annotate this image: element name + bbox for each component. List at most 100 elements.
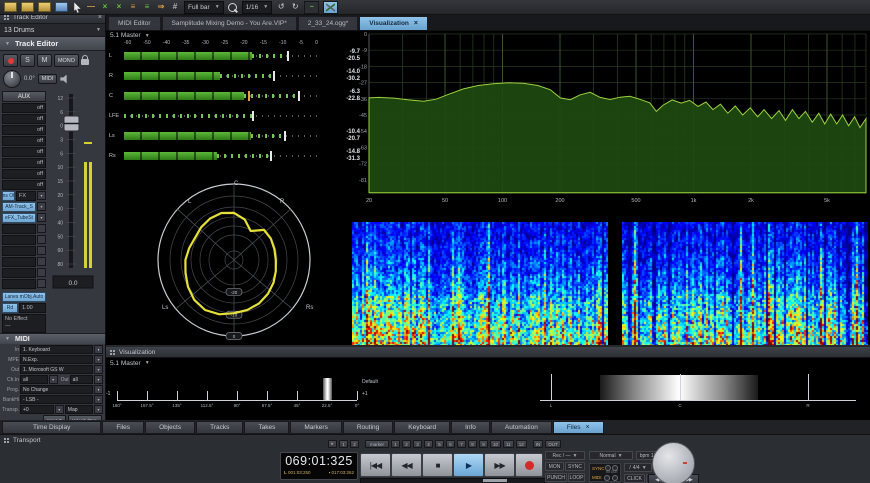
forward-button[interactable]: ▶▶ [484, 453, 515, 477]
chevron-down-icon[interactable]: ▾ [37, 213, 46, 222]
color-tool-toggle[interactable]: ~ [304, 1, 319, 14]
tab-0[interactable]: MIDI Editor [108, 16, 161, 30]
tab-close-icon[interactable]: × [586, 424, 590, 431]
mono-button[interactable]: MONO [54, 54, 79, 67]
solo-button[interactable]: S [20, 54, 35, 67]
arrow-tool-icon[interactable] [72, 2, 82, 13]
plugin-slot-2[interactable]: eFX_TubeSt [2, 213, 36, 223]
object-lanes-icon[interactable]: ≡ [128, 2, 138, 13]
midi-row-value2[interactable]: all [70, 375, 93, 384]
marker-button-7[interactable]: 7 [457, 440, 466, 448]
click-button[interactable]: CLICK [624, 474, 645, 483]
marker-button-6[interactable]: 6 [446, 440, 455, 448]
close-icon[interactable]: × [98, 14, 102, 21]
docker-tab-objects[interactable]: Objects [145, 421, 195, 434]
docker-tab-tracks[interactable]: Tracks [196, 421, 243, 434]
docker-tab-automation[interactable]: Automation [491, 421, 552, 434]
punch-out-button[interactable]: OUT [545, 440, 561, 448]
aux-send-3[interactable]: off [2, 125, 46, 135]
plugin-slot-empty-3[interactable] [2, 246, 36, 256]
midi-section-header[interactable]: ▼ MIDI [0, 334, 105, 344]
docker-tab-keyboard[interactable]: Keyboard [394, 421, 450, 434]
quantize-select[interactable]: 1/16 ▼ [242, 1, 273, 14]
rewind-button[interactable]: ◀◀ [391, 453, 422, 477]
plugin-slot-1[interactable]: AM-Track_S [2, 202, 36, 212]
lanes-button[interactable]: Lanes mObj.Auto [2, 292, 46, 302]
midi-row-value[interactable]: +0 [20, 405, 54, 414]
go-to-start-button[interactable]: |◀◀ [360, 453, 391, 477]
play-cursor-button[interactable]: ▸ [328, 440, 337, 448]
marker-button-11[interactable]: 11 [503, 440, 514, 448]
undo-button[interactable]: ↺ [276, 2, 286, 13]
ins-off-button[interactable]: Ins Off [2, 191, 15, 201]
marker-button-3[interactable]: 3 [413, 440, 422, 448]
pan-knob[interactable] [3, 70, 21, 88]
chevron-down-icon[interactable]: ▾ [37, 191, 46, 200]
save-icon[interactable] [55, 2, 68, 13]
chevron-down-icon[interactable]: ▾ [94, 345, 103, 354]
track-editor-section-header[interactable]: ▼ Track Editor [0, 37, 105, 51]
tab-3[interactable]: Visualization× [359, 16, 428, 30]
master-selector[interactable]: 5.1 Master ▼ [110, 32, 150, 39]
draw-tool-icon[interactable]: — [86, 2, 96, 13]
record-arm-button[interactable] [3, 54, 18, 67]
midi-row-value[interactable]: all [20, 375, 48, 384]
marker-button-8[interactable]: 8 [468, 440, 477, 448]
aux-send-2[interactable]: off [2, 114, 46, 124]
midi-row-value[interactable]: 1. Microsoft GS W [20, 365, 93, 374]
transport-titlebar[interactable]: Transport [0, 435, 44, 446]
marker-button-9[interactable]: 9 [479, 440, 488, 448]
stop-button[interactable]: ■ [422, 453, 453, 477]
chevron-down-icon[interactable]: ▾ [94, 385, 103, 394]
play-mode-select[interactable]: Normal ▼ [589, 451, 633, 460]
chevron-down-icon[interactable]: ▾ [37, 202, 46, 211]
plugin-slot-empty-5[interactable] [2, 268, 36, 278]
marker-button-12[interactable]: 12 [516, 440, 527, 448]
marker-button-2[interactable]: 2 [402, 440, 411, 448]
lock-icon[interactable] [81, 59, 89, 65]
chevron-down-icon[interactable]: ▾ [94, 395, 103, 404]
volume-fader-zone[interactable]: 12603610152030405060800.0 [47, 90, 105, 302]
tab-2[interactable]: 2_33_24.ogg* [298, 16, 359, 30]
marker-label-button[interactable]: marker [365, 440, 389, 448]
plugin-slot-empty-2[interactable] [2, 235, 36, 245]
tab-1[interactable]: Samplitude Mixing Demo - You Are.VIP* [162, 16, 297, 30]
sync-button[interactable]: SYNC [565, 462, 585, 471]
chevron-down-icon[interactable]: ▾ [49, 375, 58, 384]
docker-tab-takes[interactable]: Takes [244, 421, 289, 434]
chevron-down-icon[interactable]: ▾ [94, 355, 103, 364]
chevron-down-icon[interactable] [37, 257, 46, 266]
effect-display[interactable]: No Effect--- [2, 314, 46, 333]
time-signature-select[interactable]: / 4/4 ▼ [624, 463, 652, 472]
midi-row-value[interactable]: - LSB - [20, 395, 93, 404]
aux-send-8[interactable]: off [2, 180, 46, 190]
marker-button-5[interactable]: 5 [435, 440, 444, 448]
docker-tab-files[interactable]: Files× [553, 421, 604, 434]
aux-send-6[interactable]: off [2, 158, 46, 168]
time-display[interactable]: 069:01:325 L 001:03:250 ▪ 017:03:262 [280, 452, 358, 480]
chevron-down-icon[interactable] [37, 235, 46, 244]
punch-in-button[interactable]: IN [533, 440, 544, 448]
midi-row-value[interactable]: 1. Keyboard [20, 345, 93, 354]
redo-button[interactable]: ↻ [290, 2, 300, 13]
docker-tab-markers[interactable]: Markers [290, 421, 341, 434]
fx-button[interactable]: FX [16, 191, 36, 201]
docker-tab-routing[interactable]: Routing [343, 421, 393, 434]
chevron-down-icon[interactable] [37, 246, 46, 255]
cut-tool-icon[interactable]: × [100, 2, 110, 13]
plugin-slot-empty-6[interactable] [2, 279, 36, 289]
chevron-down-icon[interactable]: ▾ [94, 405, 103, 414]
zoom-tool-icon[interactable] [228, 2, 238, 13]
chevron-down-icon[interactable] [37, 268, 46, 277]
visualization-titlebar[interactable]: Visualization [106, 347, 870, 358]
aux-send-1[interactable]: off [2, 103, 46, 113]
plugin-slot-empty-4[interactable] [2, 257, 36, 267]
crossfade-cut-tool-icon[interactable]: × [114, 2, 124, 13]
import-icon[interactable] [38, 2, 51, 13]
record-button[interactable] [515, 453, 543, 477]
midi-row-value2[interactable]: Map [65, 405, 93, 414]
range-button-2[interactable]: 2 [350, 440, 359, 448]
route-tool-icon[interactable]: ⇒ [156, 2, 166, 13]
chevron-down-icon[interactable]: ▾ [94, 365, 103, 374]
jog-wheel[interactable] [652, 442, 695, 483]
